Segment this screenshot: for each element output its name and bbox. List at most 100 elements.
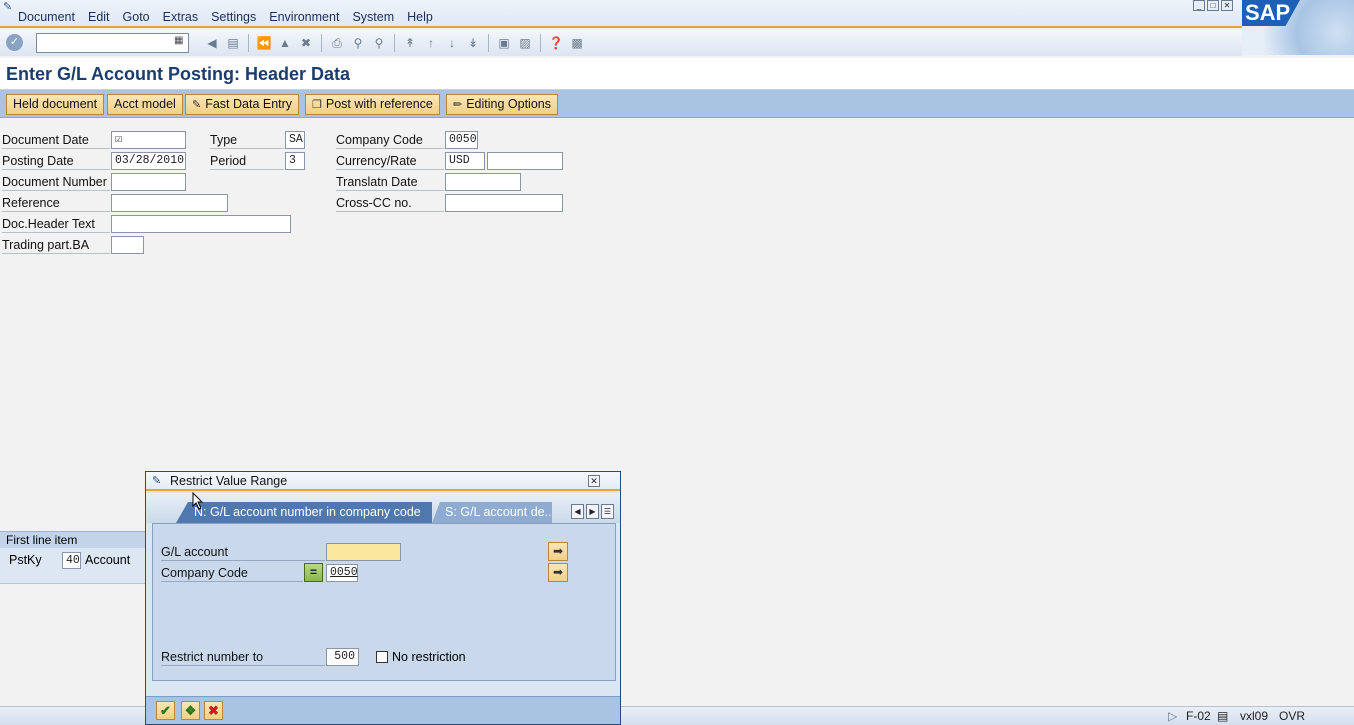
cross-cc-no-label: Cross-CC no. xyxy=(336,194,444,212)
last-page-icon[interactable]: ↡ xyxy=(464,34,482,52)
sap-logo-text: SAP xyxy=(1242,0,1300,26)
standard-toolbar: ✓ ▦ ◀ ▤ ⏪ ▲ ✖ ⎙ ⚲ ⚲ ↟ ↑ ↓ ↡ ▣ ▨ ❓ ▩ xyxy=(0,30,1242,56)
post-with-reference-label: Post with reference xyxy=(325,97,433,111)
doc-header-text-field[interactable] xyxy=(111,215,291,233)
dialog-title-bar: ✎ Restrict Value Range ✕ xyxy=(146,472,620,491)
fast-data-entry-label: Fast Data Entry xyxy=(205,97,293,111)
trading-part-ba-label: Trading part.BA xyxy=(2,236,110,254)
status-info-icon[interactable]: ▤ xyxy=(1217,709,1228,723)
prev-page-icon[interactable]: ↑ xyxy=(422,34,440,52)
save-icon[interactable]: ▤ xyxy=(224,34,242,52)
trading-part-ba-field[interactable] xyxy=(111,236,144,254)
document-date-field[interactable]: ☑ xyxy=(111,131,186,149)
doc-header-text-label: Doc.Header Text xyxy=(2,215,110,233)
editing-options-label: Editing Options xyxy=(466,97,551,111)
document-number-label: Document Number xyxy=(2,173,110,191)
dialog-icon: ✎ xyxy=(152,475,162,487)
held-document-button[interactable]: Held document xyxy=(6,94,105,115)
toolbar-separator xyxy=(540,34,541,52)
company-code-label: Company Code xyxy=(161,564,303,582)
company-code-multiple-selection-button[interactable]: ➡ xyxy=(548,563,568,582)
translatn-date-field[interactable] xyxy=(445,173,521,191)
tab-next-icon[interactable]: ▶ xyxy=(586,504,599,519)
toolbar-separator xyxy=(394,34,395,52)
dialog-close-icon[interactable]: ✕ xyxy=(588,475,600,487)
dialog-title: Restrict Value Range xyxy=(170,474,288,488)
period-field[interactable]: 3 xyxy=(285,152,305,170)
status-expand-icon[interactable]: ▷ xyxy=(1168,709,1177,723)
copy-icon: ❐ xyxy=(312,99,322,111)
company-code-field[interactable]: 0050 xyxy=(326,564,358,582)
posting-date-field[interactable]: 03/28/2010 xyxy=(111,152,186,170)
continue-button[interactable]: ✔ xyxy=(156,701,175,720)
shortcut-icon[interactable]: ▨ xyxy=(516,34,534,52)
cross-cc-no-field[interactable] xyxy=(445,194,563,212)
post-with-reference-button[interactable]: ❐ Post with reference xyxy=(305,94,440,115)
exchange-rate-field[interactable] xyxy=(487,152,563,170)
enter-icon[interactable]: ✓ xyxy=(6,34,23,51)
pencil-icon: ✏ xyxy=(453,99,463,111)
new-session-icon[interactable]: ▣ xyxy=(495,34,513,52)
find-icon[interactable]: ⚲ xyxy=(349,34,367,52)
tab-prev-icon[interactable]: ◀ xyxy=(571,504,584,519)
reference-field[interactable] xyxy=(111,194,228,212)
minimize-icon[interactable]: _ xyxy=(1193,0,1205,11)
back-icon[interactable]: ◀ xyxy=(203,34,221,52)
menu-document[interactable]: Document xyxy=(18,10,75,24)
start-search-button[interactable]: ❖ xyxy=(181,701,200,720)
restore-icon[interactable]: □ xyxy=(1207,0,1219,11)
pstky-label: PstKy xyxy=(9,553,42,567)
posting-date-label: Posting Date xyxy=(2,152,110,170)
company-code-field[interactable]: 0050 xyxy=(445,131,478,149)
tab-gl-account-number[interactable]: N: G/L account number in company code xyxy=(176,502,432,523)
menu-environment[interactable]: Environment xyxy=(269,10,339,24)
selection-option-button[interactable]: = xyxy=(304,563,323,582)
document-number-field[interactable] xyxy=(111,173,186,191)
editing-options-button[interactable]: ✏ Editing Options xyxy=(446,94,558,115)
help-icon[interactable]: ❓ xyxy=(547,34,565,52)
menu-help[interactable]: Help xyxy=(407,10,433,24)
status-transaction: F-02 xyxy=(1186,709,1211,723)
menu-edit[interactable]: Edit xyxy=(88,10,110,24)
type-label: Type xyxy=(210,131,284,149)
menu-extras[interactable]: Extras xyxy=(163,10,198,24)
dialog-footer: ✔ ❖ ✖ xyxy=(146,696,620,724)
restrict-number-field[interactable]: 500 xyxy=(326,648,359,666)
tab-list-icon[interactable]: ☰ xyxy=(601,504,614,519)
cancel-icon[interactable]: ✖ xyxy=(297,34,315,52)
currency-field[interactable]: USD xyxy=(445,152,485,170)
menu-goto[interactable]: Goto xyxy=(123,10,150,24)
menu-items: Document Edit Goto Extras Settings Envir… xyxy=(18,10,446,24)
print-icon[interactable]: ⎙ xyxy=(328,34,346,52)
command-field[interactable] xyxy=(36,33,189,53)
system-menu-icon[interactable]: ✎ xyxy=(3,0,17,13)
command-history-icon[interactable]: ▦ xyxy=(174,35,186,49)
pstky-field[interactable]: 40 xyxy=(62,552,81,569)
type-field[interactable]: SA xyxy=(285,131,305,149)
application-toolbar: Held document Acct model ✎ Fast Data Entr… xyxy=(0,90,1354,118)
no-restriction-checkbox[interactable] xyxy=(376,651,388,663)
fast-data-entry-button[interactable]: ✎ Fast Data Entry xyxy=(185,94,300,115)
next-page-icon[interactable]: ↓ xyxy=(443,34,461,52)
toolbar-separator xyxy=(321,34,322,52)
gl-account-field[interactable] xyxy=(326,543,401,561)
back-nav-icon[interactable]: ⏪ xyxy=(255,34,273,52)
reference-label: Reference xyxy=(2,194,110,212)
first-page-icon[interactable]: ↟ xyxy=(401,34,419,52)
sap-logo: SAP xyxy=(1242,0,1354,55)
layout-icon[interactable]: ▩ xyxy=(568,34,586,52)
first-line-item-row: PstKy 40 Account xyxy=(0,548,148,584)
toolbar-icons: ◀ ▤ ⏪ ▲ ✖ ⎙ ⚲ ⚲ ↟ ↑ ↓ ↡ ▣ ▨ ❓ ▩ xyxy=(203,34,586,52)
window-controls: _ □ ✕ xyxy=(1193,0,1233,11)
exit-icon[interactable]: ▲ xyxy=(276,34,294,52)
tab-gl-account-description[interactable]: S: G/L account de... xyxy=(432,502,552,523)
menu-system[interactable]: System xyxy=(352,10,394,24)
acct-model-button[interactable]: Acct model xyxy=(107,94,183,115)
close-icon[interactable]: ✕ xyxy=(1221,0,1233,11)
gl-account-multiple-selection-button[interactable]: ➡ xyxy=(548,542,568,561)
currency-rate-label: Currency/Rate xyxy=(336,152,444,170)
menu-settings[interactable]: Settings xyxy=(211,10,256,24)
find-next-icon[interactable]: ⚲ xyxy=(370,34,388,52)
status-mode[interactable]: OVR xyxy=(1279,709,1305,723)
cancel-button[interactable]: ✖ xyxy=(204,701,223,720)
